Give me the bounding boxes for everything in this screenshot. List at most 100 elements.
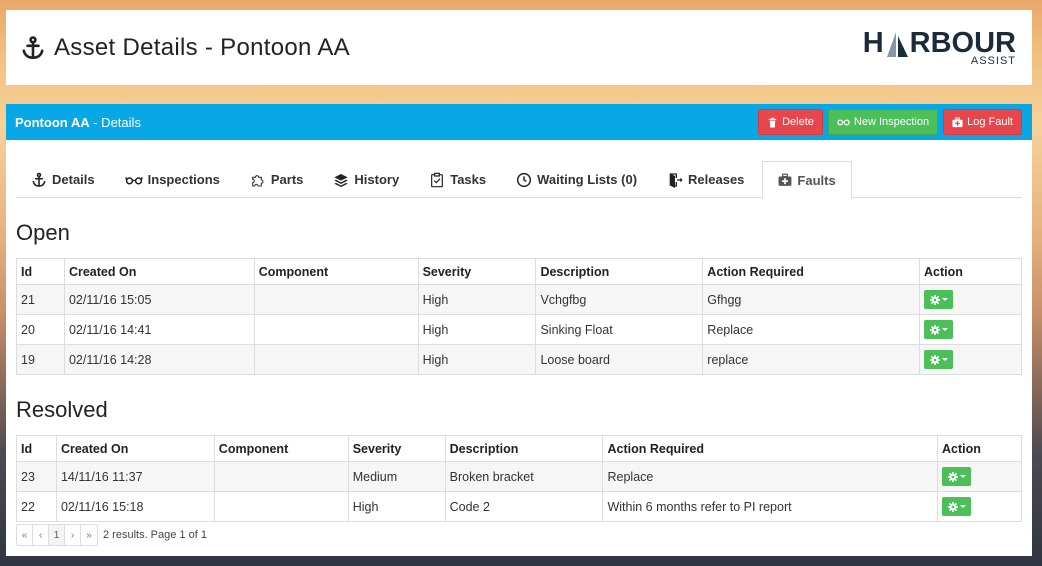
- fault-id: 22: [16, 491, 57, 522]
- previous-page-button[interactable]: ‹: [33, 525, 49, 545]
- gear-icon: [929, 294, 940, 305]
- tab-parts[interactable]: Parts: [235, 161, 319, 198]
- asset-tabs: Details Inspections Parts History Tasks …: [16, 161, 1022, 199]
- caret-down-icon: [959, 475, 966, 478]
- fault-description: Broken bracket: [444, 461, 604, 492]
- row-action-dropdown[interactable]: [942, 467, 972, 486]
- page-number-button[interactable]: 1: [49, 525, 65, 545]
- tab-history[interactable]: History: [318, 161, 414, 198]
- fault-component: [213, 491, 349, 522]
- gear-icon: [929, 324, 940, 335]
- delete-button[interactable]: Delete: [758, 109, 823, 135]
- row-action-dropdown[interactable]: [924, 320, 954, 339]
- logo-wordmark: H RBOUR: [862, 26, 1016, 59]
- glasses-icon: [837, 119, 850, 126]
- panel-title: Pontoon AA - Details: [15, 115, 141, 130]
- column-header: Created On: [55, 435, 215, 462]
- caret-down-icon: [959, 505, 966, 508]
- fault-severity: High: [347, 491, 446, 522]
- clipboard-check-icon: [431, 172, 444, 187]
- next-page-button[interactable]: ›: [65, 525, 81, 545]
- new-inspection-label: New Inspection: [853, 116, 930, 128]
- fault-created-on: 14/11/16 11:37: [55, 461, 215, 492]
- fault-component: [253, 344, 419, 375]
- asset-name: Pontoon AA: [15, 114, 90, 130]
- fault-description: Loose board: [535, 344, 704, 375]
- page-header: Asset Details - Pontoon AA H RBOUR ASSIS…: [6, 10, 1032, 85]
- column-header: Description: [444, 435, 604, 462]
- puzzle-icon: [252, 174, 264, 187]
- tab-faults[interactable]: Faults: [762, 161, 852, 199]
- fault-created-on: 02/11/16 14:28: [63, 344, 255, 375]
- fault-description: Code 2: [444, 491, 604, 522]
- fault-severity: Medium: [347, 461, 446, 492]
- log-fault-label: Log Fault: [967, 116, 1013, 128]
- glasses-icon: [124, 176, 143, 185]
- fault-action-required: Replace: [602, 461, 939, 492]
- caret-down-icon: [941, 328, 948, 331]
- log-fault-button[interactable]: Log Fault: [943, 109, 1022, 135]
- panel-header: Pontoon AA - Details Delete New Inspecti…: [6, 104, 1032, 140]
- tab-label: Details: [52, 172, 95, 187]
- logo-letter-h: H: [862, 26, 884, 59]
- tab-label: Faults: [797, 172, 836, 188]
- table-row: 19 02/11/16 14:28 High Loose board repla…: [16, 344, 1022, 375]
- column-header: Severity: [417, 258, 537, 285]
- trash-icon: [768, 117, 777, 128]
- table-header-row: Id Created On Component Severity Descrip…: [16, 258, 1022, 285]
- table-row: 23 14/11/16 11:37 Medium Broken bracket …: [16, 461, 1022, 492]
- sail-icon: [884, 30, 910, 58]
- fault-description: Vchgfbg: [535, 284, 704, 315]
- tab-label: Inspections: [147, 172, 220, 187]
- fault-action-required: Gfhgg: [702, 284, 921, 315]
- column-header: Severity: [347, 435, 446, 462]
- column-header: Component: [213, 435, 349, 462]
- asset-panel: Pontoon AA - Details Delete New Inspecti…: [6, 104, 1032, 556]
- first-aid-icon: [952, 116, 963, 127]
- layers-icon: [334, 173, 349, 187]
- gear-icon: [947, 471, 958, 482]
- row-action-dropdown[interactable]: [924, 350, 954, 369]
- clock-icon: [517, 172, 532, 187]
- page-title-text: Asset Details - Pontoon AA: [54, 33, 350, 61]
- fault-description: Sinking Float: [535, 314, 704, 345]
- fault-created-on: 02/11/16 14:41: [63, 314, 255, 345]
- exit-icon: [669, 172, 683, 188]
- tab-inspections[interactable]: Inspections: [110, 161, 235, 198]
- first-page-button[interactable]: «: [17, 525, 33, 545]
- last-page-button[interactable]: »: [81, 525, 97, 545]
- table-row: 20 02/11/16 14:41 High Sinking Float Rep…: [16, 314, 1022, 345]
- fault-action-required: replace: [702, 344, 921, 375]
- fault-action-cell: [937, 461, 1022, 492]
- tab-releases[interactable]: Releases: [652, 161, 759, 198]
- anchor-icon: [32, 172, 46, 187]
- page-title: Asset Details - Pontoon AA: [20, 34, 350, 62]
- row-action-dropdown[interactable]: [942, 497, 972, 516]
- tab-waiting-lists[interactable]: Waiting Lists (0): [501, 161, 652, 198]
- tab-label: Tasks: [450, 172, 487, 187]
- fault-action-cell: [937, 491, 1022, 522]
- tab-details[interactable]: Details: [16, 161, 110, 198]
- logo-letters: RBOUR: [909, 26, 1016, 59]
- first-aid-icon: [779, 173, 792, 186]
- tab-label: Parts: [270, 172, 304, 187]
- fault-id: 20: [16, 314, 65, 345]
- pagination: « ‹ 1 › » 2 results. Page 1 of 1: [16, 524, 207, 546]
- column-header: Id: [16, 258, 65, 285]
- tab-tasks[interactable]: Tasks: [414, 161, 501, 198]
- open-faults-heading: Open: [16, 220, 70, 245]
- column-header: Action: [937, 435, 1022, 462]
- new-inspection-button[interactable]: New Inspection: [827, 109, 939, 135]
- column-header: Description: [535, 258, 704, 285]
- resolved-faults-table: Id Created On Component Severity Descrip…: [16, 435, 1022, 522]
- caret-down-icon: [941, 358, 948, 361]
- resolved-faults-heading: Resolved: [16, 397, 108, 422]
- gear-icon: [929, 354, 940, 365]
- header-actions: Delete New Inspection Log Fault: [758, 109, 1022, 135]
- column-header: Id: [16, 435, 57, 462]
- fault-action-required: Within 6 months refer to PI report: [602, 491, 939, 522]
- fault-severity: High: [417, 314, 537, 345]
- row-action-dropdown[interactable]: [924, 290, 954, 309]
- fault-component: [253, 314, 419, 345]
- caret-down-icon: [941, 298, 948, 301]
